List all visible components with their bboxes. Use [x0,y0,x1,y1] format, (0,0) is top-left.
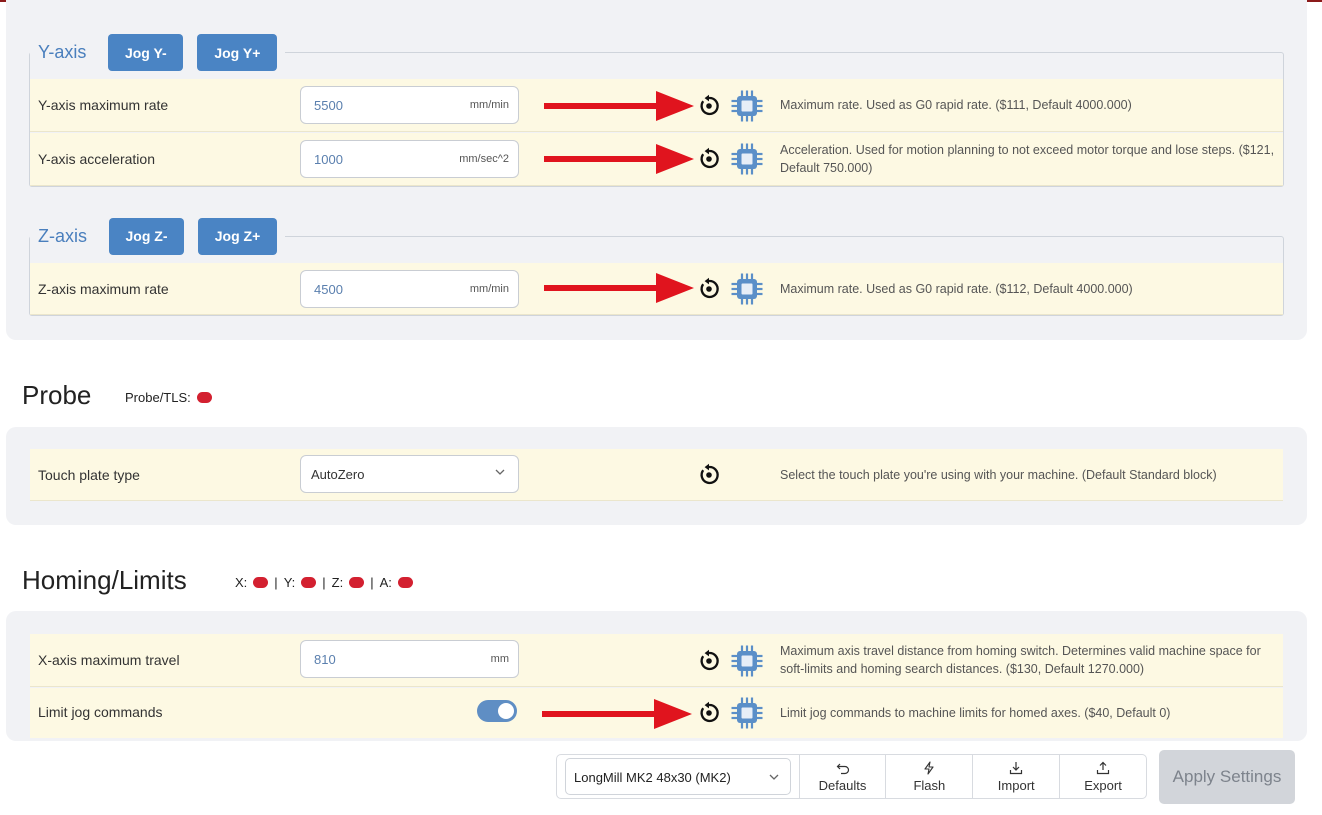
homing-status-x-label: X: [235,575,248,590]
input-unit: mm/min [469,283,509,295]
jog-z-plus-button[interactable]: Jog Z+ [198,217,277,255]
reset-icon[interactable] [697,277,721,301]
input-value: 1000 [314,152,343,167]
footer-actions: LongMill MK2 48x30 (MK2) Defaults Flash … [556,754,1147,799]
setting-row-y-acceleration: Y-axis acceleration 1000 mm/sec^2 Accele… [30,133,1283,186]
red-arrow [544,142,694,176]
homing-status-a-label: A: [379,575,392,590]
upload-icon [1096,761,1110,774]
setting-label: Y-axis acceleration [38,151,155,167]
chip-icon[interactable] [730,142,764,176]
download-icon [1010,761,1023,774]
setting-description: Select the touch plate you're using with… [780,468,1217,482]
setting-row-z-max-rate: Z-axis maximum rate 4500 mm/min Maximum … [30,263,1283,315]
chevron-down-icon [494,466,506,478]
probe-status-indicator [196,392,212,403]
input-unit: mm [490,653,509,665]
red-arrow [544,89,694,123]
setting-description: Maximum rate. Used as G0 rapid rate. ($1… [780,98,1132,112]
input-value: 810 [314,652,336,667]
import-button[interactable]: Import [972,755,1059,798]
input-value: 5500 [314,98,343,113]
y-limit-indicator [301,577,317,588]
reset-icon[interactable] [697,94,721,118]
chip-icon[interactable] [730,89,764,123]
setting-row-limit-jog: Limit jog commands Limit jog commands to… [30,688,1283,738]
undo-icon [836,763,849,774]
machine-profile-select[interactable]: LongMill MK2 48x30 (MK2) [565,758,791,795]
homing-status: X: | Y: | Z: | A: [235,575,413,590]
z-limit-indicator [349,577,365,588]
x-max-travel-input[interactable]: 810 mm [300,640,519,678]
setting-description: Limit jog commands to machine limits for… [780,706,1171,720]
z-axis-legend: Z-axis Jog Z- Jog Z+ [30,217,285,255]
toggle-knob [498,703,514,719]
import-label: Import [997,777,1035,793]
chip-icon[interactable] [730,272,764,306]
setting-label: X-axis maximum travel [38,652,180,668]
machine-profile-value: LongMill MK2 48x30 (MK2) [574,770,731,785]
setting-description: Maximum rate. Used as G0 rapid rate. ($1… [780,282,1133,296]
reset-icon[interactable] [697,649,721,673]
probe-section-title: Probe [22,380,92,410]
apply-settings-button[interactable]: Apply Settings [1159,750,1295,804]
chip-icon[interactable] [730,696,764,730]
setting-description: Acceleration. Used for motion planning t… [780,143,1275,175]
z-max-rate-input[interactable]: 4500 mm/min [300,270,519,308]
input-unit: mm/sec^2 [459,153,509,165]
setting-row-x-max-travel: X-axis maximum travel 810 mm Maximum axi… [30,634,1283,687]
jog-y-plus-button[interactable]: Jog Y+ [197,34,278,71]
defaults-button[interactable]: Defaults [798,755,886,798]
reset-icon[interactable] [697,701,721,725]
defaults-label: Defaults [818,777,867,793]
input-value: 4500 [314,282,343,297]
y-axis-legend: Y-axis Jog Y- Jog Y+ [30,34,286,71]
homing-section-title: Homing/Limits [22,565,187,595]
homing-status-y-label: Y: [283,575,296,590]
y-max-rate-input[interactable]: 5500 mm/min [300,86,519,124]
setting-label: Z-axis maximum rate [38,281,169,297]
red-arrow [541,697,693,731]
separator: | [322,575,326,590]
a-limit-indicator [397,577,413,588]
y-axis-title: Y-axis [38,42,87,62]
setting-row-y-max-rate: Y-axis maximum rate 5500 mm/min Maximum … [30,79,1283,132]
setting-label: Limit jog commands [38,704,163,720]
flash-label: Flash [913,777,946,793]
input-unit: mm/min [469,99,509,111]
limit-jog-toggle[interactable] [477,700,517,722]
probe-status-label: Probe/TLS: [125,390,191,405]
separator: | [274,575,278,590]
touch-plate-select[interactable]: AutoZero [300,455,519,493]
lightning-icon [924,760,934,775]
red-arrow [544,271,694,305]
y-acceleration-input[interactable]: 1000 mm/sec^2 [300,140,519,178]
chip-icon[interactable] [730,644,764,678]
probe-status: Probe/TLS: [125,390,212,405]
chevron-down-icon [768,771,780,783]
setting-label: Y-axis maximum rate [38,97,169,113]
z-axis-title: Z-axis [38,225,87,246]
separator: | [370,575,374,590]
flash-button[interactable]: Flash [885,755,972,798]
reset-icon[interactable] [697,463,721,487]
setting-label: Touch plate type [38,467,140,483]
x-limit-indicator [253,577,269,588]
setting-row-touch-plate: Touch plate type AutoZero Select the tou… [30,449,1283,501]
select-value: AutoZero [311,467,365,482]
homing-status-z-label: Z: [331,575,344,590]
jog-y-minus-button[interactable]: Jog Y- [108,34,184,71]
setting-description: Maximum axis travel distance from homing… [780,644,1261,676]
reset-icon[interactable] [697,147,721,171]
export-button[interactable]: Export [1059,755,1146,798]
jog-z-minus-button[interactable]: Jog Z- [109,217,184,255]
export-label: Export [1084,777,1122,793]
